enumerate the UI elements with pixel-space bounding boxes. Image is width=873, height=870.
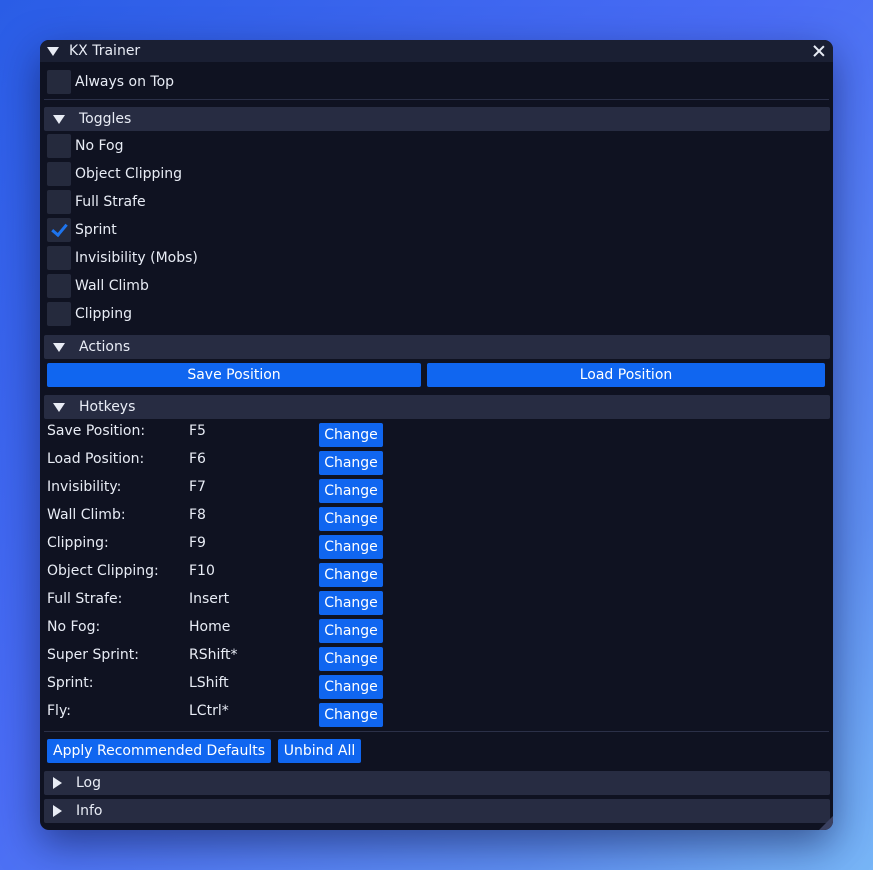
toggle-no-fog[interactable]: No Fog bbox=[47, 134, 124, 158]
hotkey-label: Load Position: bbox=[47, 451, 145, 467]
checkbox[interactable] bbox=[47, 134, 71, 158]
hotkey-value: Home bbox=[189, 619, 231, 635]
hotkey-value: F6 bbox=[189, 451, 206, 467]
close-icon[interactable] bbox=[812, 44, 826, 58]
always-on-top-toggle[interactable]: Always on Top bbox=[47, 70, 174, 94]
hotkey-value: F10 bbox=[189, 563, 215, 579]
section-actions[interactable]: Actions bbox=[44, 335, 830, 359]
toggle-label: Sprint bbox=[75, 222, 117, 238]
section-title: Toggles bbox=[79, 111, 132, 127]
divider bbox=[44, 99, 829, 100]
change-hotkey-button[interactable]: Change bbox=[319, 451, 383, 475]
hotkey-value: LShift bbox=[189, 675, 229, 691]
checkbox[interactable] bbox=[47, 302, 71, 326]
hotkey-label: Fly: bbox=[47, 703, 71, 719]
change-hotkey-button[interactable]: Change bbox=[319, 507, 383, 531]
hotkey-label: Super Sprint: bbox=[47, 647, 139, 663]
section-toggles[interactable]: Toggles bbox=[44, 107, 830, 131]
trainer-window: KX Trainer Always on Top Toggles No Fog … bbox=[40, 40, 833, 830]
section-hotkeys[interactable]: Hotkeys bbox=[44, 395, 830, 419]
hotkey-value: Insert bbox=[189, 591, 230, 607]
toggle-clipping[interactable]: Clipping bbox=[47, 302, 132, 326]
unbind-all-button[interactable]: Unbind All bbox=[278, 739, 361, 763]
toggle-invisibility-mobs[interactable]: Invisibility (Mobs) bbox=[47, 246, 198, 270]
toggle-sprint[interactable]: Sprint bbox=[47, 218, 117, 242]
hotkey-value: F5 bbox=[189, 423, 206, 439]
toggle-label: Wall Climb bbox=[75, 278, 149, 294]
hotkey-label: Invisibility: bbox=[47, 479, 122, 495]
checkbox-checked[interactable] bbox=[47, 218, 71, 242]
toggle-label: Clipping bbox=[75, 306, 132, 322]
chevron-right-icon bbox=[53, 777, 62, 789]
title-bar[interactable]: KX Trainer bbox=[40, 40, 833, 62]
always-on-top-label: Always on Top bbox=[75, 74, 175, 90]
change-hotkey-button[interactable]: Change bbox=[319, 619, 383, 643]
resize-grip-icon[interactable] bbox=[819, 816, 833, 830]
section-log[interactable]: Log bbox=[44, 771, 830, 795]
apply-defaults-button[interactable]: Apply Recommended Defaults bbox=[47, 739, 271, 763]
section-title: Hotkeys bbox=[79, 399, 136, 415]
chevron-down-icon bbox=[53, 342, 65, 352]
change-hotkey-button[interactable]: Change bbox=[319, 535, 383, 559]
chevron-right-icon bbox=[53, 805, 62, 817]
toggle-label: No Fog bbox=[75, 138, 124, 154]
hotkey-label: Sprint: bbox=[47, 675, 94, 691]
hotkey-label: Save Position: bbox=[47, 423, 146, 439]
collapse-window-icon[interactable] bbox=[47, 46, 59, 56]
chevron-down-icon bbox=[53, 402, 65, 412]
hotkey-label: Full Strafe: bbox=[47, 591, 123, 607]
hotkey-value: LCtrl* bbox=[189, 703, 229, 719]
toggle-object-clipping[interactable]: Object Clipping bbox=[47, 162, 182, 186]
section-info[interactable]: Info bbox=[44, 799, 830, 823]
load-position-button[interactable]: Load Position bbox=[427, 363, 825, 387]
checkbox[interactable] bbox=[47, 190, 71, 214]
change-hotkey-button[interactable]: Change bbox=[319, 479, 383, 503]
change-hotkey-button[interactable]: Change bbox=[319, 423, 383, 447]
chevron-down-icon bbox=[53, 114, 65, 124]
change-hotkey-button[interactable]: Change bbox=[319, 703, 383, 727]
section-title: Log bbox=[76, 775, 102, 791]
hotkey-value: RShift* bbox=[189, 647, 238, 663]
change-hotkey-button[interactable]: Change bbox=[319, 563, 383, 587]
hotkey-value: F9 bbox=[189, 535, 206, 551]
toggle-label: Full Strafe bbox=[75, 194, 146, 210]
section-title: Info bbox=[76, 803, 103, 819]
hotkey-value: F7 bbox=[189, 479, 206, 495]
toggle-wall-climb[interactable]: Wall Climb bbox=[47, 274, 149, 298]
save-position-button[interactable]: Save Position bbox=[47, 363, 421, 387]
hotkey-label: Object Clipping: bbox=[47, 563, 159, 579]
checkbox[interactable] bbox=[47, 162, 71, 186]
section-title: Actions bbox=[79, 339, 131, 355]
toggle-label: Object Clipping bbox=[75, 166, 183, 182]
hotkey-label: Wall Climb: bbox=[47, 507, 126, 523]
window-title: KX Trainer bbox=[69, 43, 141, 59]
always-on-top-checkbox[interactable] bbox=[47, 70, 71, 94]
checkbox[interactable] bbox=[47, 274, 71, 298]
change-hotkey-button[interactable]: Change bbox=[319, 675, 383, 699]
change-hotkey-button[interactable]: Change bbox=[319, 591, 383, 615]
divider bbox=[44, 731, 829, 732]
toggle-full-strafe[interactable]: Full Strafe bbox=[47, 190, 146, 214]
checkbox[interactable] bbox=[47, 246, 71, 270]
toggle-label: Invisibility (Mobs) bbox=[75, 250, 198, 266]
hotkey-label: Clipping: bbox=[47, 535, 109, 551]
hotkey-label: No Fog: bbox=[47, 619, 101, 635]
change-hotkey-button[interactable]: Change bbox=[319, 647, 383, 671]
hotkey-value: F8 bbox=[189, 507, 206, 523]
